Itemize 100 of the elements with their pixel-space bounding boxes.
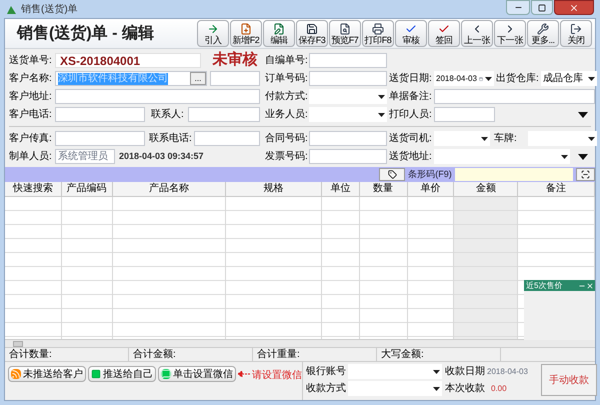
document-number-field[interactable]: XS-201804001 [55,53,201,68]
browse-button[interactable]: ... [190,72,206,85]
push-button[interactable]: 单击设置微信 [158,366,236,382]
toolbar-button[interactable]: 审核 [395,20,427,47]
close-icon[interactable] [586,282,594,290]
dropdown-field[interactable] [309,107,387,122]
customer-name-field[interactable]: 深圳市软件科技有限公司 ... [55,71,207,86]
field-label: 送货地址: [389,150,433,164]
dropdown-field[interactable] [309,89,387,104]
dropdown-field[interactable] [348,364,442,379]
toolbar-button[interactable]: 编辑 [263,20,295,47]
dropdown-field[interactable] [434,131,490,146]
text-field[interactable] [55,131,145,146]
field-label: 送货日期: [389,72,433,86]
column-header[interactable]: 数量 [360,182,408,196]
maximize-button[interactable] [531,0,553,15]
toolbar-button[interactable]: 更多... [527,20,559,47]
field-label: 出货仓库: [496,72,540,86]
text-field[interactable] [434,107,495,122]
arrow-icon [207,22,219,34]
scan-icon [580,170,590,179]
caret-icon [378,94,385,98]
column-header[interactable]: 备注 [518,182,595,196]
column-header[interactable]: 规格 [226,182,322,196]
toolbar-button[interactable]: 上一张 [461,20,493,47]
column-header[interactable]: 单位 [322,182,360,196]
collect-button[interactable]: 手动收款 [541,364,597,396]
field-label: 客户地址: [9,90,53,104]
search-button[interactable] [576,168,595,181]
column-header[interactable]: 产品编码 [62,182,113,196]
dropdown-field[interactable] [528,131,597,146]
push-button[interactable]: 推送给自己 [88,366,156,382]
dropdown-field[interactable] [348,381,442,396]
toolbar-button[interactable]: 新增F2 [230,20,262,47]
close-button[interactable] [554,0,594,15]
field-label: 联系人: [151,108,185,122]
dropdown-field[interactable] [434,149,570,164]
field-label: 自编单号: [265,54,309,68]
toolbar-button[interactable]: 下一张 [494,20,526,47]
field-label: 本次收款 [445,382,486,396]
caret-icon [481,136,488,140]
toolbar-button[interactable]: 预览F7 [329,20,361,47]
field-label: 打印人员: [389,108,433,122]
edit-document-icon [273,22,285,34]
hint-text: 请设置微信 [252,368,302,383]
push-button[interactable]: 未推送给客户 [8,366,86,382]
field-label: 车牌: [494,132,518,146]
column-header[interactable]: 快速搜索 [5,182,62,196]
save-icon [306,22,318,34]
text-field[interactable] [55,107,145,122]
check-icon [438,22,450,34]
text-field[interactable] [309,53,387,68]
text-field[interactable] [309,131,387,146]
text-field[interactable] [210,71,260,86]
date-field[interactable]: 2018-04-03 [434,71,494,86]
page-title: 销售(送货)单 - 编辑 [17,23,154,44]
square-icon [91,369,101,379]
caret-icon [588,136,595,140]
caret-icon [378,112,385,116]
window-title: 销售(送货)单 [21,2,78,16]
toolbar-button[interactable]: 打印F8 [362,20,394,47]
column-header[interactable]: 单价 [408,182,454,196]
column-header[interactable]: 金额 [454,182,518,196]
total-label: 合计重量: [257,348,300,362]
text-field[interactable] [194,131,260,146]
caret-icon [433,386,440,390]
horizontal-scrollbar[interactable] [5,339,595,347]
expand-icon[interactable] [577,154,589,160]
printer-icon [372,22,384,34]
tools-icon [537,22,549,34]
total-label: 合计金额: [133,348,176,362]
field-label: 制单人员: [9,150,53,164]
column-header[interactable]: 产品名称 [112,182,226,196]
barcode-label: 条形码(F9) [408,168,452,181]
date-field[interactable]: 2018-04-03 [487,364,539,379]
text-field[interactable] [434,89,595,104]
total-label: 合计数量: [9,348,52,362]
toolbar-button[interactable]: 保存F3 [296,20,328,47]
preview-icon [339,22,351,34]
caret-icon [588,76,595,80]
barcode-field[interactable] [454,168,573,181]
maximize-icon [538,4,546,12]
field-label: 订单号码: [265,72,309,86]
field-label: 客户电话: [9,108,53,122]
chat-icon [161,369,171,379]
text-field[interactable] [55,89,260,104]
expand-icon[interactable] [577,112,589,118]
field-label: 合同号码: [265,132,309,146]
text-field[interactable] [309,149,387,164]
toolbar-button[interactable]: 关闭 [560,20,592,47]
field-label: 银行账号 [306,364,347,379]
toolbar-button[interactable]: 引入 [197,20,229,47]
scan-button[interactable] [379,168,406,181]
text-field[interactable] [188,107,260,122]
toolbar-button[interactable]: 签回 [428,20,460,47]
text-field[interactable] [309,71,387,86]
field-label: 付款方式: [265,90,309,104]
field-label: 收款方式 [306,382,347,396]
dropdown-field[interactable]: 成品仓库 [541,71,597,86]
calendar-icon [478,74,483,82]
